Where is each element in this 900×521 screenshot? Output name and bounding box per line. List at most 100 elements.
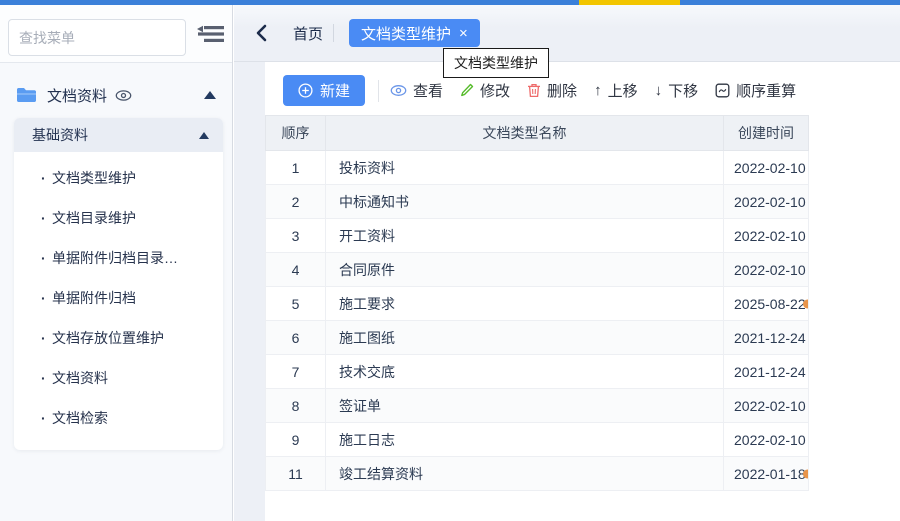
sidebar-group-panel: 基础资料 文档类型维护 文档目录维护 单据附件归档目录… 单据附件归档 文档存放… bbox=[14, 118, 223, 450]
table-row[interactable]: 7 技术交底 2021-12-24 bbox=[266, 355, 809, 389]
plus-circle-icon bbox=[298, 83, 313, 98]
cell-order: 1 bbox=[266, 151, 326, 185]
tab-strip: 首页 文档类型维护 × bbox=[234, 5, 900, 62]
sidebar-item-doc-location-maintenance[interactable]: 文档存放位置维护 bbox=[14, 318, 223, 358]
sidebar-item-receipt-attachment-archive[interactable]: 单据附件归档 bbox=[14, 278, 223, 318]
sidebar-item-doc-data[interactable]: 文档资料 bbox=[14, 358, 223, 398]
table-row[interactable]: 5 施工要求 2025-08-22 bbox=[266, 287, 809, 321]
cell-created: 2022-02-10 bbox=[724, 253, 809, 287]
column-header-created: 创建时间 bbox=[724, 116, 809, 151]
view-button-label: 查看 bbox=[413, 80, 443, 101]
cell-name: 开工资料 bbox=[326, 219, 724, 253]
cell-order: 3 bbox=[266, 219, 326, 253]
cell-name: 竣工结算资料 bbox=[326, 457, 724, 491]
tab-home[interactable]: 首页 bbox=[293, 23, 323, 44]
cell-created: 2025-08-22 bbox=[724, 287, 809, 321]
cell-created: 2022-02-10 bbox=[724, 423, 809, 457]
cell-created: 2022-01-18 bbox=[724, 457, 809, 491]
tab-tooltip: 文档类型维护 bbox=[443, 48, 549, 78]
sidebar-item-document-data[interactable]: 文档资料 bbox=[0, 78, 232, 112]
move-down-button[interactable]: ↓ 下移 bbox=[655, 80, 699, 101]
cell-order: 8 bbox=[266, 389, 326, 423]
group-collapse-caret-icon[interactable] bbox=[199, 132, 209, 139]
active-tab-label: 文档类型维护 bbox=[361, 23, 451, 44]
cell-order: 9 bbox=[266, 423, 326, 457]
new-button-label: 新建 bbox=[320, 80, 350, 101]
doc-type-table: 顺序 文档类型名称 创建时间 1 投标资料 2022-02-10 2 中标通知书… bbox=[265, 115, 809, 491]
sidebar-item-receipt-attachment-directory[interactable]: 单据附件归档目录… bbox=[14, 238, 223, 278]
cell-created: 2021-12-24 bbox=[724, 321, 809, 355]
cell-order: 6 bbox=[266, 321, 326, 355]
cell-order: 4 bbox=[266, 253, 326, 287]
pencil-icon bbox=[460, 83, 474, 98]
chevron-left-icon[interactable] bbox=[256, 24, 267, 42]
cell-name: 技术交底 bbox=[326, 355, 724, 389]
cell-order: 7 bbox=[266, 355, 326, 389]
table-row[interactable]: 1 投标资料 2022-02-10 bbox=[266, 151, 809, 185]
delete-button-label: 删除 bbox=[547, 80, 577, 101]
cell-order: 11 bbox=[266, 457, 326, 491]
cell-created: 2022-02-10 bbox=[724, 151, 809, 185]
edit-button[interactable]: 修改 bbox=[460, 80, 510, 101]
sidebar-search-area bbox=[0, 5, 232, 63]
cell-order: 5 bbox=[266, 287, 326, 321]
table-row[interactable]: 8 签证单 2022-02-10 bbox=[266, 389, 809, 423]
toolbar-separator bbox=[378, 80, 379, 102]
close-icon[interactable]: × bbox=[459, 26, 468, 41]
content-panel: 新建 查看 修改 bbox=[265, 62, 900, 521]
move-down-label: 下移 bbox=[668, 80, 698, 101]
arrow-up-icon: ↑ bbox=[594, 82, 602, 99]
arrow-down-icon: ↓ bbox=[655, 82, 663, 99]
cell-created: 2022-02-10 bbox=[724, 185, 809, 219]
table-row[interactable]: 11 竣工结算资料 2022-01-18 bbox=[266, 457, 809, 491]
cell-created: 2022-02-10 bbox=[724, 219, 809, 253]
row-update-marker bbox=[803, 469, 808, 478]
cell-created: 2021-12-24 bbox=[724, 355, 809, 389]
sidebar-item-doc-search[interactable]: 文档检索 bbox=[14, 398, 223, 438]
eye-icon[interactable] bbox=[115, 89, 132, 102]
cell-name: 投标资料 bbox=[326, 151, 724, 185]
sidebar-item-doc-directory-maintenance[interactable]: 文档目录维护 bbox=[14, 198, 223, 238]
menu-fold-icon[interactable] bbox=[196, 24, 226, 44]
cell-name: 施工日志 bbox=[326, 423, 724, 457]
recalc-icon bbox=[715, 83, 730, 98]
table-header-row: 顺序 文档类型名称 创建时间 bbox=[266, 116, 809, 151]
sidebar-group-basic-data[interactable]: 基础资料 bbox=[14, 118, 223, 152]
table-row[interactable]: 2 中标通知书 2022-02-10 bbox=[266, 185, 809, 219]
edit-button-label: 修改 bbox=[480, 80, 510, 101]
sidebar-root-label: 文档资料 bbox=[47, 85, 107, 106]
collapse-caret-icon[interactable] bbox=[204, 91, 216, 99]
table-row[interactable]: 6 施工图纸 2021-12-24 bbox=[266, 321, 809, 355]
move-up-button[interactable]: ↑ 上移 bbox=[594, 80, 638, 101]
cell-name: 施工要求 bbox=[326, 287, 724, 321]
delete-button[interactable]: 删除 bbox=[527, 80, 577, 101]
cell-name: 合同原件 bbox=[326, 253, 724, 287]
tab-doc-type-maintenance[interactable]: 文档类型维护 × bbox=[349, 19, 480, 47]
recalc-order-button[interactable]: 顺序重算 bbox=[715, 80, 796, 101]
eye-icon bbox=[390, 84, 407, 97]
column-header-name: 文档类型名称 bbox=[326, 116, 724, 151]
table-row[interactable]: 3 开工资料 2022-02-10 bbox=[266, 219, 809, 253]
new-button[interactable]: 新建 bbox=[283, 75, 365, 106]
main-area: 首页 文档类型维护 × 文档类型维护 新建 bbox=[234, 5, 900, 521]
trash-icon bbox=[527, 83, 541, 98]
cell-name: 签证单 bbox=[326, 389, 724, 423]
cell-order: 2 bbox=[266, 185, 326, 219]
recalc-order-label: 顺序重算 bbox=[736, 80, 796, 101]
tab-separator bbox=[333, 24, 334, 42]
row-update-marker bbox=[803, 299, 808, 308]
menu-search-input[interactable] bbox=[8, 19, 186, 56]
sidebar-item-doc-type-maintenance[interactable]: 文档类型维护 bbox=[14, 158, 223, 198]
group-label: 基础资料 bbox=[32, 125, 88, 145]
sidebar-menu: 文档类型维护 文档目录维护 单据附件归档目录… 单据附件归档 文档存放位置维护 … bbox=[14, 152, 223, 450]
table-row[interactable]: 9 施工日志 2022-02-10 bbox=[266, 423, 809, 457]
cell-name: 施工图纸 bbox=[326, 321, 724, 355]
sidebar: 文档资料 基础资料 文档类型维护 文档目录维护 单据附件归档目录… 单据附件归档… bbox=[0, 5, 233, 521]
column-header-order: 顺序 bbox=[266, 116, 326, 151]
view-button[interactable]: 查看 bbox=[390, 80, 443, 101]
table-row[interactable]: 4 合同原件 2022-02-10 bbox=[266, 253, 809, 287]
folder-icon bbox=[16, 87, 37, 103]
move-up-label: 上移 bbox=[608, 80, 638, 101]
cell-name: 中标通知书 bbox=[326, 185, 724, 219]
cell-created: 2022-02-10 bbox=[724, 389, 809, 423]
